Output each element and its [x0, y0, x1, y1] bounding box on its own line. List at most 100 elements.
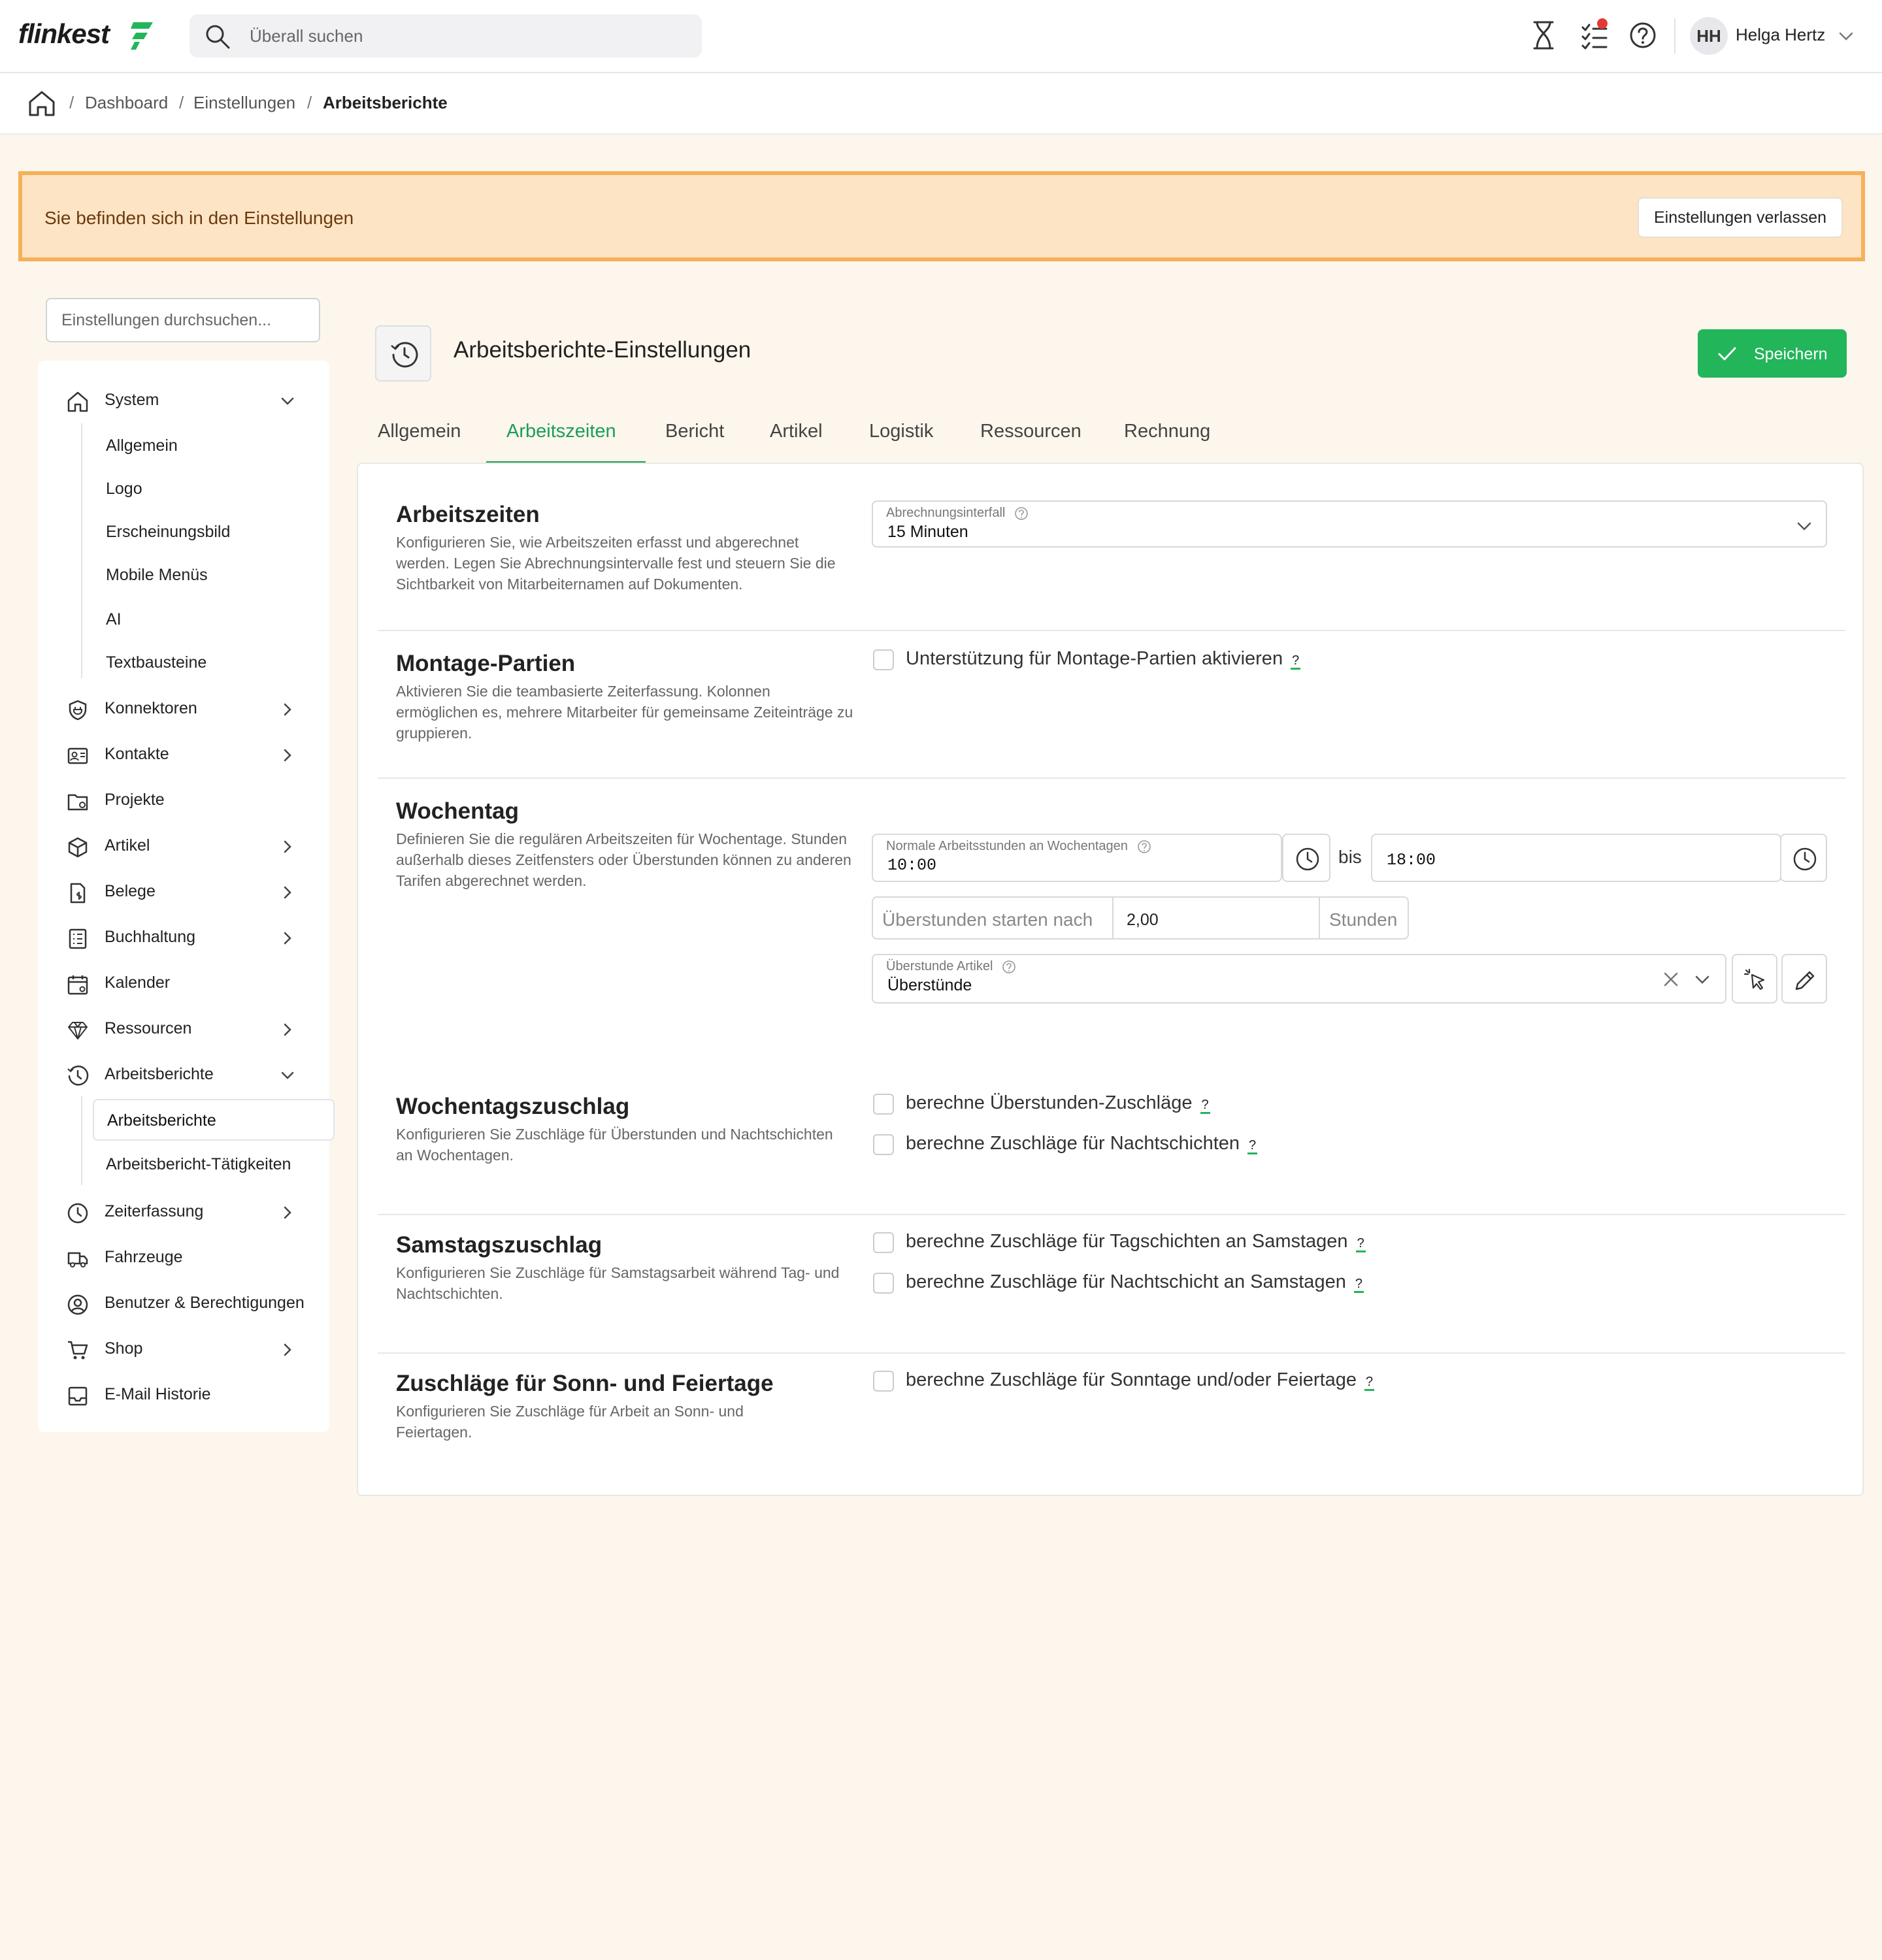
chevron-right-icon	[284, 886, 291, 899]
workhours-from-input[interactable]: Normale Arbeitsstunden an Wochentagen 10…	[872, 834, 1282, 882]
overtime-prefix: Überstunden starten nach	[872, 896, 1114, 939]
help-mark-icon[interactable]: ?	[1353, 1277, 1364, 1293]
clock-history-icon	[67, 1066, 89, 1086]
sunday-checkbox[interactable]	[873, 1371, 894, 1392]
section-title-montage: Montage-Partien	[396, 651, 576, 676]
box-icon	[68, 837, 88, 858]
sidebar-item-label: Konnektoren	[105, 699, 197, 717]
tab-logistik[interactable]: Logistik	[869, 421, 933, 442]
sidebar-item-projekte[interactable]: Projekte	[38, 780, 329, 819]
sidebar-item-fahrzeuge[interactable]: Fahrzeuge	[38, 1237, 329, 1277]
breadcrumb-dashboard[interactable]: Dashboard	[85, 93, 168, 113]
section-title-arbeitszeiten: Arbeitszeiten	[396, 502, 540, 527]
sidebar-subitem-ai[interactable]: AI	[106, 600, 322, 639]
time-picker-to-button[interactable]	[1780, 834, 1827, 882]
sidebar-item-buchhaltung[interactable]: Buchhaltung	[38, 917, 329, 956]
tab-arbeitszeiten[interactable]: Arbeitszeiten	[506, 421, 616, 442]
sidebar-item-email-historie[interactable]: E-Mail Historie	[38, 1375, 329, 1414]
overtime-surcharge-checkbox[interactable]	[873, 1094, 894, 1115]
sidebar-subitem-logo[interactable]: Logo	[106, 469, 322, 508]
tab-rechnung[interactable]: Rechnung	[1124, 421, 1210, 442]
hourglass-icon[interactable]	[1532, 20, 1555, 51]
help-mark-icon[interactable]: ?	[1364, 1375, 1375, 1391]
sidebar-subitem-label: Allgemein	[106, 436, 178, 455]
page-title: Arbeitsberichte-Einstellungen	[454, 337, 751, 363]
home-icon[interactable]	[27, 89, 56, 118]
help-icon[interactable]	[1014, 506, 1029, 521]
sidebar-subitem-allgemein[interactable]: Allgemein	[106, 426, 322, 465]
sidebar-item-zeiterfassung[interactable]: Zeiterfassung	[38, 1192, 329, 1231]
chevron-down-icon	[1797, 522, 1811, 531]
workhours-to-input[interactable]: 18:00	[1371, 834, 1781, 882]
help-mark-icon[interactable]: ?	[1200, 1098, 1210, 1114]
sidebar-item-belege[interactable]: Belege	[38, 872, 329, 911]
search-input[interactable]	[250, 14, 681, 57]
leave-settings-button[interactable]: Einstellungen verlassen	[1638, 197, 1843, 238]
sidebar-item-kalender[interactable]: Kalender	[38, 963, 329, 1002]
sidebar-subitem-mobile-menus[interactable]: Mobile Menüs	[106, 555, 322, 595]
overtime-hours-input[interactable]: 2,00	[1112, 896, 1320, 939]
sidebar-item-artikel[interactable]: Artikel	[38, 826, 329, 865]
save-button[interactable]: Speichern	[1698, 329, 1847, 378]
avatar[interactable]: HH	[1690, 17, 1728, 55]
montage-checkbox[interactable]	[873, 649, 894, 670]
help-icon[interactable]	[1002, 960, 1016, 974]
chevron-right-icon	[284, 1206, 291, 1219]
overtime-article-value: Überstünde	[887, 976, 972, 994]
edit-article-button[interactable]	[1781, 954, 1827, 1004]
sidebar-item-system[interactable]: System	[38, 380, 329, 419]
overtime-article-label: Überstunde Artikel	[886, 959, 1016, 974]
sidebar-item-label: System	[105, 391, 159, 409]
clear-icon[interactable]	[1662, 971, 1679, 988]
sidebar-item-kontakte[interactable]: Kontakte	[38, 734, 329, 774]
user-name[interactable]: Helga Hertz	[1736, 25, 1825, 45]
tab-allgemein[interactable]: Allgemein	[378, 421, 461, 442]
logo[interactable]: flinkest	[18, 18, 110, 50]
section-desc-montage: Aktivieren Sie die teambasierte Zeiterfa…	[396, 683, 853, 742]
sidebar-subitem-arbeitsberichte[interactable]: Arbeitsberichte	[93, 1099, 335, 1141]
section-title-sonntag: Zuschläge für Sonn- und Feiertage	[396, 1371, 774, 1396]
workhours-to-value: 18:00	[1387, 851, 1436, 870]
sidebar-item-shop[interactable]: Shop	[38, 1329, 329, 1368]
chevron-down-icon[interactable]	[1838, 27, 1855, 44]
sidebar-item-ressourcen[interactable]: Ressourcen	[38, 1009, 329, 1048]
sidebar-subitem-label: Logo	[106, 480, 142, 498]
breadcrumb-current: Arbeitsberichte	[323, 93, 448, 112]
help-mark-icon[interactable]: ?	[1247, 1138, 1258, 1154]
cursor-click-icon	[1743, 968, 1765, 990]
time-picker-from-button[interactable]	[1282, 834, 1330, 882]
tab-ressourcen[interactable]: Ressourcen	[980, 421, 1081, 442]
saturday-night-checkbox[interactable]	[873, 1273, 894, 1294]
overtime-article-select[interactable]: Überstunde Artikel Überstünde	[872, 954, 1726, 1004]
chevron-down-icon[interactable]	[1694, 971, 1711, 988]
sidebar-item-benutzer[interactable]: Benutzer & Berechtigungen	[38, 1283, 329, 1322]
ledger-icon	[69, 928, 87, 949]
sidebar-subitem-erscheinungsbild[interactable]: Erscheinungsbild	[106, 512, 322, 551]
chevron-right-icon	[284, 749, 291, 762]
breadcrumb-einstellungen[interactable]: Einstellungen	[193, 93, 295, 113]
help-icon[interactable]	[1137, 840, 1151, 854]
settings-search-input[interactable]	[46, 298, 320, 342]
sidebar-item-label: Arbeitsberichte	[105, 1065, 214, 1083]
sidebar-item-konnektoren[interactable]: Konnektoren	[38, 689, 329, 728]
tab-artikel[interactable]: Artikel	[770, 421, 823, 442]
help-icon[interactable]	[1628, 20, 1657, 51]
sidebar-item-arbeitsberichte[interactable]: Arbeitsberichte	[38, 1054, 329, 1094]
billing-interval-select[interactable]: Abrechnungsinterfall 15 Minuten	[872, 500, 1827, 547]
tab-bericht[interactable]: Bericht	[665, 421, 724, 442]
help-mark-icon[interactable]: ?	[1291, 653, 1301, 670]
sidebar-subitem-label: Arbeitsbericht-Tätigkeiten	[106, 1155, 291, 1173]
clock-history-icon	[391, 342, 418, 368]
sidebar-tree-line	[81, 423, 82, 678]
section-divider	[378, 1352, 1845, 1354]
notification-dot	[1597, 18, 1608, 29]
select-article-button[interactable]	[1732, 954, 1777, 1004]
night-surcharge-checkbox[interactable]	[873, 1134, 894, 1155]
help-mark-icon[interactable]: ?	[1355, 1236, 1366, 1252]
bis-label: bis	[1338, 847, 1362, 867]
sidebar-subitem-textbausteine[interactable]: Textbausteine	[106, 643, 322, 682]
chevron-right-icon	[284, 840, 291, 853]
saturday-day-checkbox[interactable]	[873, 1232, 894, 1253]
sidebar-subitem-arbeitsbericht-taetigkeiten[interactable]: Arbeitsbericht-Tätigkeiten	[106, 1145, 322, 1184]
global-search[interactable]	[190, 14, 702, 57]
